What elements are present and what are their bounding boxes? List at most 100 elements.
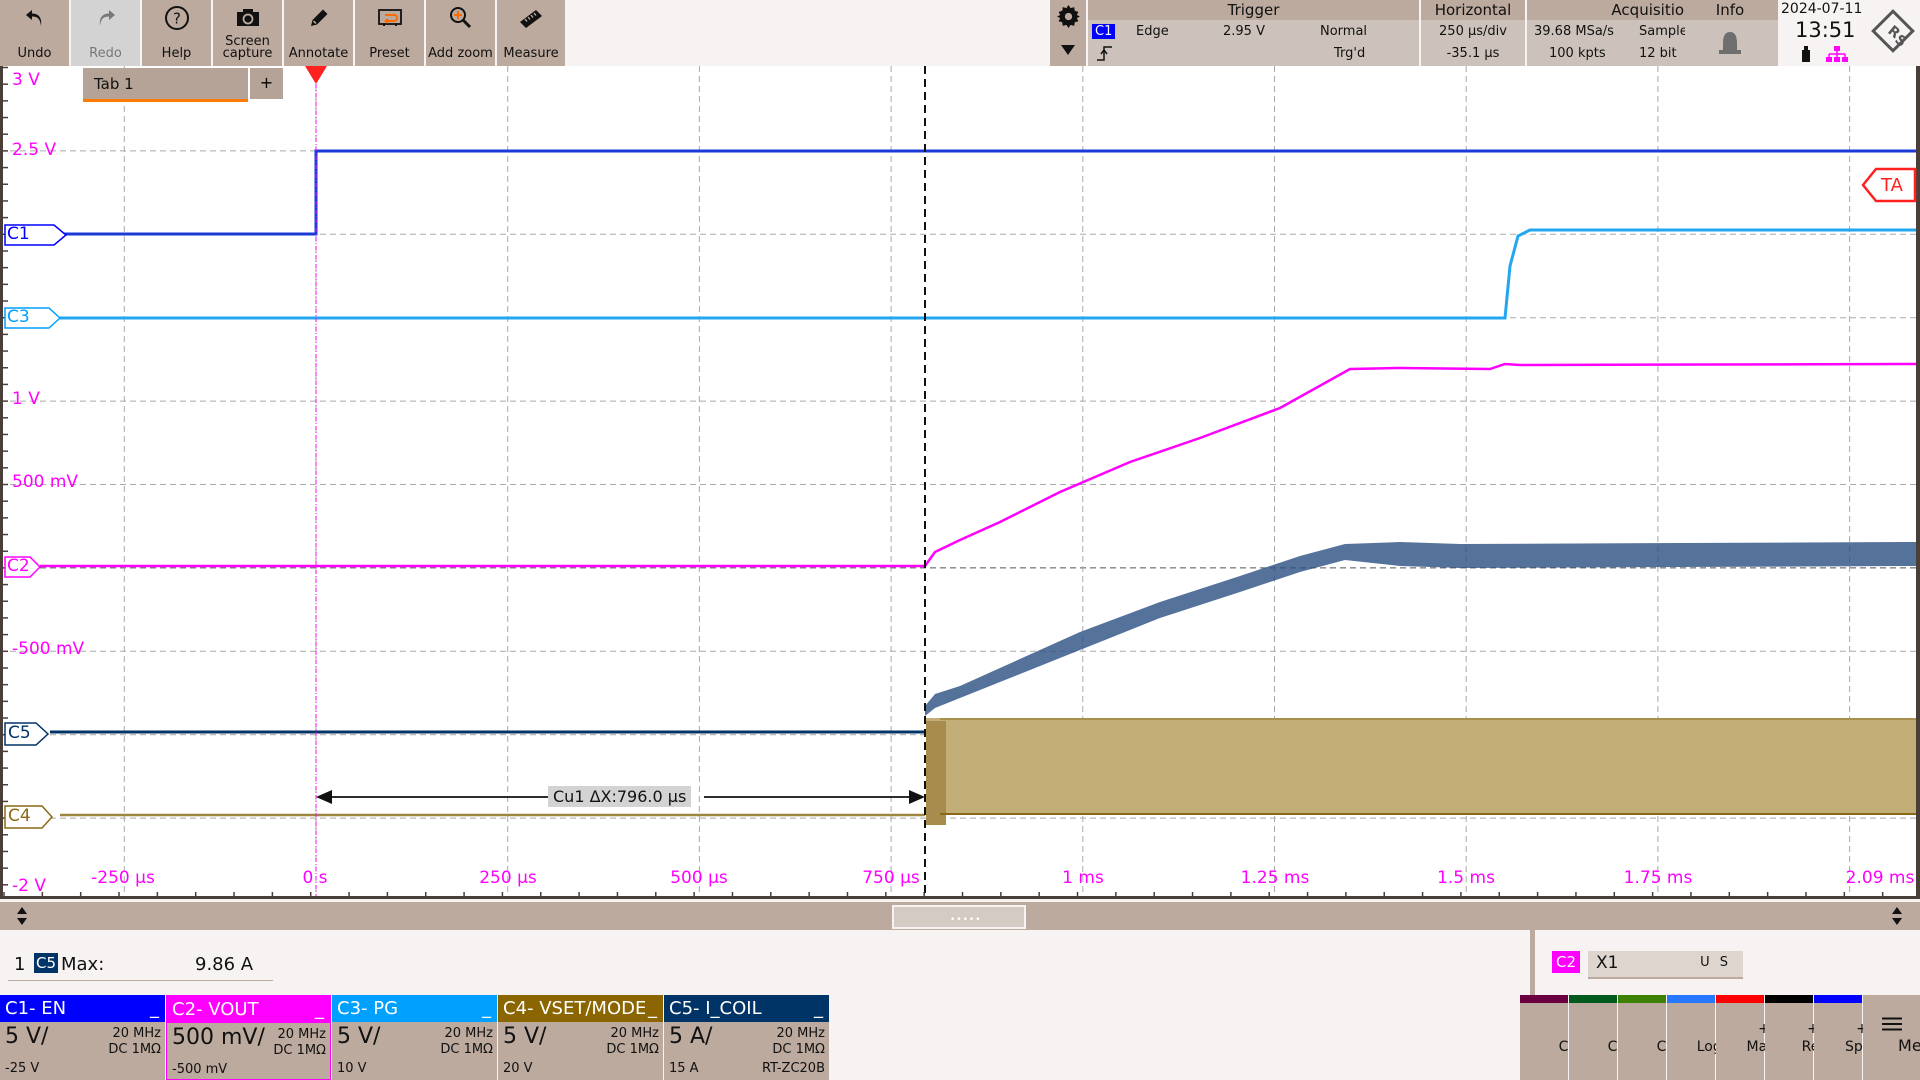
cursor-source-badge: C2 <box>1552 951 1581 973</box>
marker-label: C1 <box>7 224 30 244</box>
redo-icon <box>71 4 140 32</box>
ref-button[interactable]: + Ref <box>1765 995 1824 1080</box>
add-zoom-button[interactable]: Add zoom <box>426 0 495 66</box>
marker-label: C3 <box>7 307 30 327</box>
x-label: 1.25 ms <box>1240 868 1310 888</box>
channel-tile-c3[interactable]: C3- PG _ 5 V/ 20 MHz DC 1MΩ 10 V <box>332 995 497 1080</box>
network-icon <box>1826 46 1848 62</box>
cursor-x1-field[interactable]: X1 U S <box>1588 951 1743 979</box>
spec-button[interactable]: + Spec <box>1814 995 1879 1080</box>
x-label: -250 µs <box>91 868 155 888</box>
time: 13:51 <box>1795 18 1856 42</box>
screen-capture-button[interactable]: Screen capture <box>213 0 282 66</box>
channel-scale: 500 mV/ <box>172 1025 265 1050</box>
channel-name: C5- I_COIL <box>669 998 762 1019</box>
channel-name: C3- PG <box>337 998 399 1019</box>
y-label-1v: 1 V <box>12 389 40 409</box>
channel-tile-c4[interactable]: C4- VSET/MODE _ 5 V/ 20 MHz DC 1MΩ 20 V <box>498 995 663 1080</box>
add-tab-button[interactable]: + <box>250 68 283 99</box>
waveform-plot[interactable] <box>0 66 1920 898</box>
toolbar: Undo Redo ? Help Screen capture Annotate… <box>0 0 1920 66</box>
y-label-500mv: 500 mV <box>12 472 79 492</box>
math-button[interactable]: + Math <box>1716 995 1782 1080</box>
x-label: 1.5 ms <box>1437 868 1495 888</box>
channel-marker-c3[interactable]: C3 <box>4 307 64 329</box>
trigger-level-marker[interactable]: TA <box>1861 167 1917 203</box>
scrollbar-thumb[interactable]: ••••• <box>892 905 1026 929</box>
preset-icon <box>355 4 424 32</box>
horizontal-scrollbar[interactable]: ••••• <box>0 902 1920 930</box>
trigger-status: Trg'd <box>1334 46 1366 61</box>
c2-vout-trace <box>40 362 1916 568</box>
trigger-type: Edge <box>1136 24 1169 39</box>
trigger-panel[interactable]: Trigger C1 Edge 2.95 V Normal Trg'd <box>1088 0 1419 66</box>
channel-marker-c2[interactable]: C2 <box>4 556 44 578</box>
channel-offset: 15 A <box>669 1061 699 1076</box>
minimize-icon[interactable]: _ <box>645 995 657 1022</box>
cursor-units: U S <box>1700 955 1731 970</box>
zoom-icon <box>426 4 495 32</box>
chevron-down-icon[interactable] <box>1060 44 1076 56</box>
channel-marker-c5[interactable]: C5 <box>4 722 50 746</box>
divider <box>8 980 273 981</box>
channel-marker-c4[interactable]: C4 <box>4 805 56 829</box>
camera-icon <box>213 4 282 32</box>
cursor-panel: C2 X1 U S <box>1530 930 1920 995</box>
annotate-button[interactable]: Annotate <box>284 0 353 66</box>
info-panel[interactable]: Info <box>1685 0 1775 66</box>
settings-button[interactable] <box>1050 0 1086 66</box>
arrow-head-left <box>316 790 332 804</box>
channel-tile-c5[interactable]: C5- I_COIL _ 5 A/ 20 MHz DC 1MΩ 15 A RT-ZC… <box>664 995 829 1080</box>
waveform-canvas[interactable] <box>0 66 1916 898</box>
horizontal-scale: 250 µs/div <box>1439 24 1507 39</box>
trigger-title: Trigger <box>1088 0 1419 20</box>
marker-label: C2 <box>7 556 30 576</box>
c3-pg-trace <box>60 228 1916 320</box>
channel-offset: 10 V <box>337 1061 367 1076</box>
preset-button[interactable]: Preset <box>355 0 424 66</box>
measure-label: Measure <box>503 46 559 61</box>
minimize-icon[interactable]: _ <box>814 995 823 1022</box>
c7-button[interactable]: C7 <box>1569 995 1626 1080</box>
cursor-delta-label: Cu1 ΔX:796.0 µs <box>548 786 692 807</box>
screen-capture-label: Screen capture <box>222 34 273 61</box>
channel-bw: 20 MHz DC 1MΩ <box>606 1026 659 1057</box>
channel-offset: -25 V <box>5 1061 40 1076</box>
y-label-2.5v: 2.5 V <box>12 140 57 160</box>
minimize-icon[interactable]: _ <box>150 995 159 1022</box>
gear-icon <box>1057 5 1080 28</box>
measurement-name[interactable]: Max: <box>61 954 104 975</box>
help-button[interactable]: ? Help <box>142 0 211 66</box>
c8-button[interactable]: C8 <box>1618 995 1675 1080</box>
x-label: 500 µs <box>670 868 728 888</box>
redo-button[interactable]: Redo <box>71 0 140 66</box>
marker-label: C4 <box>8 806 31 826</box>
rising-edge-icon <box>1097 46 1112 61</box>
resize-up-down-icon[interactable] <box>16 906 28 926</box>
resize-up-down-icon[interactable] <box>1891 906 1903 926</box>
trigger-source-badge: C1 <box>1092 24 1116 39</box>
undo-button[interactable]: Undo <box>0 0 69 66</box>
channel-marker-c1[interactable]: C1 <box>4 224 68 246</box>
channel-tile-c2[interactable]: C2- VOUT _ 500 mV/ 20 MHz DC 1MΩ -500 mV <box>166 995 331 1080</box>
undo-label: Undo <box>17 46 52 61</box>
svg-text:?: ? <box>173 10 181 28</box>
horizontal-position: -35.1 µs <box>1446 46 1500 61</box>
minimize-icon[interactable]: _ <box>315 996 324 1023</box>
trigger-position-marker <box>305 66 327 84</box>
measure-button[interactable]: Measure <box>497 0 565 66</box>
channel-tile-c1[interactable]: C1- EN _ 5 V/ 20 MHz DC 1MΩ -25 V <box>0 995 165 1080</box>
horizontal-panel[interactable]: Horizontal 250 µs/div -35.1 µs <box>1421 0 1525 66</box>
menu-button[interactable]: Menu <box>1863 995 1920 1080</box>
c6-button[interactable]: C6 <box>1520 995 1577 1080</box>
tab-1[interactable]: Tab 1 <box>83 68 248 102</box>
minimize-icon[interactable]: _ <box>482 995 491 1022</box>
c1-en-trace <box>60 149 1916 236</box>
logic-button[interactable]: Logic <box>1667 995 1733 1080</box>
channel-bw: 20 MHz DC 1MΩ <box>273 1027 326 1058</box>
y-label-neg500mv: -500 mV <box>12 639 85 659</box>
horizontal-axis <box>0 896 1920 899</box>
menu-label: Menu <box>1898 1036 1920 1055</box>
arrow-head-right <box>909 790 925 804</box>
resolution: 12 bit <box>1639 46 1677 61</box>
